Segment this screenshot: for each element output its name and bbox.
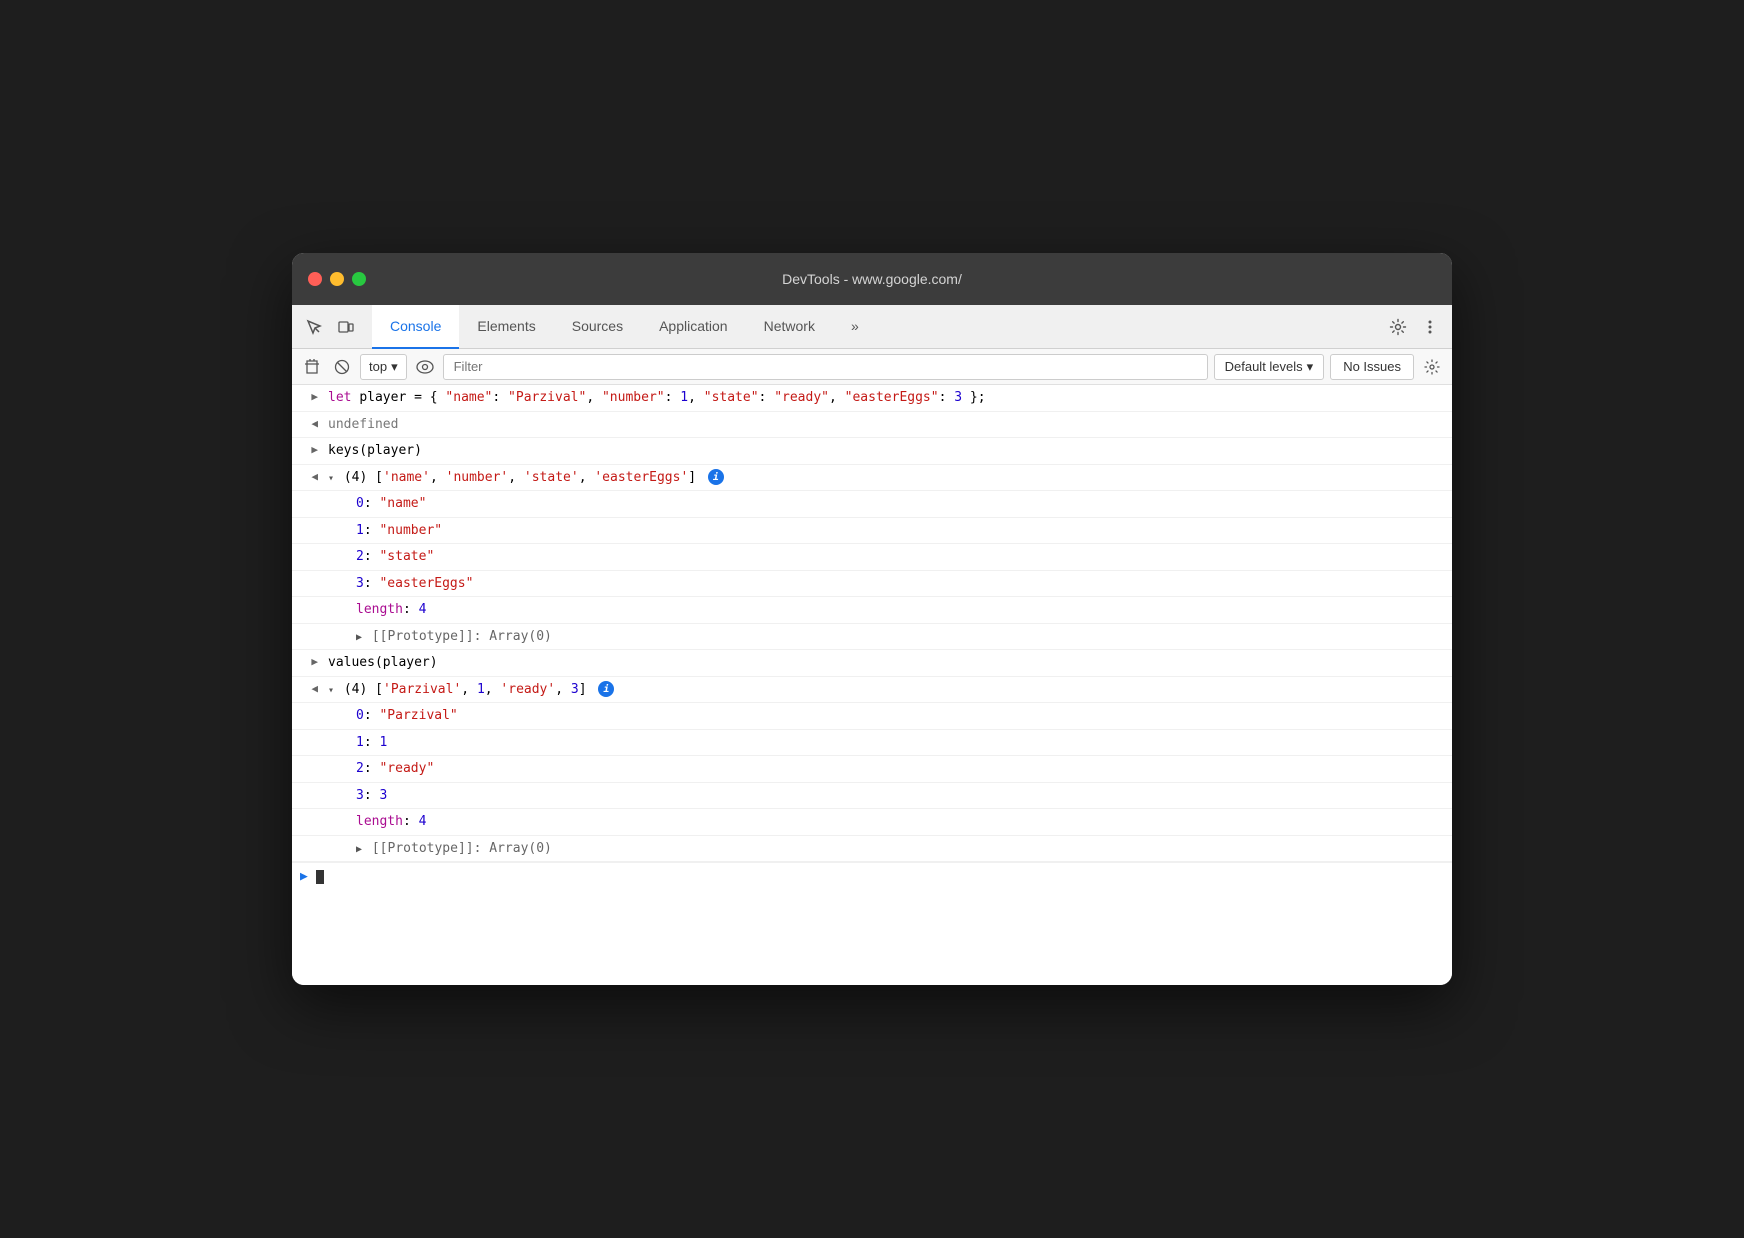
console-line: 3: 3 (292, 783, 1452, 810)
line-prefix: ◀ (292, 680, 324, 698)
settings-button[interactable] (1384, 313, 1412, 341)
titlebar: DevTools - www.google.com/ (292, 253, 1452, 305)
input-prompt: ▶ (300, 869, 308, 884)
line-content: values(player) (324, 653, 1444, 673)
console-line: 2: "ready" (292, 756, 1452, 783)
line-content: ▶ [[Prototype]]: Array(0) (324, 839, 1444, 859)
console-line: 2: "state" (292, 544, 1452, 571)
no-issues-button[interactable]: No Issues (1330, 354, 1414, 380)
console-line: 0: "Parzival" (292, 703, 1452, 730)
line-content: 1: "number" (324, 521, 1444, 541)
line-prefix (292, 812, 324, 813)
tab-console[interactable]: Console (372, 305, 459, 349)
line-prefix: ▶ (292, 441, 324, 459)
console-line: length: 4 (292, 809, 1452, 836)
inspect-element-button[interactable] (300, 313, 328, 341)
line-content: ▶ [[Prototype]]: Array(0) (324, 627, 1444, 647)
line-content: 2: "state" (324, 547, 1444, 567)
line-content: 0: "Parzival" (324, 706, 1444, 726)
console-line: ◀ ▾ (4) ['name', 'number', 'state', 'eas… (292, 465, 1452, 492)
tab-elements[interactable]: Elements (459, 305, 553, 349)
arrow-right-icon: ▶ (311, 654, 318, 671)
minimize-button[interactable] (330, 272, 344, 286)
toolbar-icons (300, 313, 372, 341)
console-output: ▶ let player = { "name": "Parzival", "nu… (292, 385, 1452, 985)
line-prefix (292, 574, 324, 575)
console-line: 0: "name" (292, 491, 1452, 518)
line-prefix: ▶ (292, 653, 324, 671)
line-prefix (292, 494, 324, 495)
line-prefix (292, 839, 324, 840)
arrow-right-icon: ▶ (311, 389, 318, 406)
arrow-left-icon: ◀ (311, 469, 318, 486)
tab-sources[interactable]: Sources (554, 305, 641, 349)
device-toolbar-button[interactable] (332, 313, 360, 341)
line-content: 3: "easterEggs" (324, 574, 1444, 594)
line-prefix (292, 759, 324, 760)
tabs: Console Elements Sources Application Net… (372, 305, 1376, 349)
traffic-lights (308, 272, 366, 286)
clear-console-button[interactable] (300, 355, 324, 379)
line-content: ▾ (4) ['name', 'number', 'state', 'easte… (324, 468, 1444, 488)
console-toolbar: top ▾ Default levels ▾ No Issues (292, 349, 1452, 385)
default-levels-button[interactable]: Default levels ▾ (1214, 354, 1325, 380)
console-line: ◀ undefined (292, 412, 1452, 439)
arrow-left-icon: ◀ (311, 681, 318, 698)
console-line: 1: 1 (292, 730, 1452, 757)
line-prefix: ▶ (292, 388, 324, 406)
line-content: undefined (324, 415, 1444, 435)
tab-application[interactable]: Application (641, 305, 746, 349)
window-title: DevTools - www.google.com/ (782, 271, 962, 287)
line-content: length: 4 (324, 600, 1444, 620)
line-content: let player = { "name": "Parzival", "numb… (324, 388, 1444, 408)
line-prefix: ◀ (292, 468, 324, 486)
line-content: 0: "name" (324, 494, 1444, 514)
line-prefix (292, 627, 324, 628)
line-content: 3: 3 (324, 786, 1444, 806)
maximize-button[interactable] (352, 272, 366, 286)
arrow-left-icon: ◀ (311, 416, 318, 433)
console-line: ▶ keys(player) (292, 438, 1452, 465)
console-input-line[interactable]: ▶ (292, 862, 1452, 890)
line-prefix (292, 600, 324, 601)
line-content: ▾ (4) ['Parzival', 1, 'ready', 3] i (324, 680, 1444, 700)
close-button[interactable] (308, 272, 322, 286)
line-content: 2: "ready" (324, 759, 1444, 779)
console-line: length: 4 (292, 597, 1452, 624)
more-options-button[interactable] (1416, 313, 1444, 341)
tab-network[interactable]: Network (746, 305, 833, 349)
console-line: ▶ [[Prototype]]: Array(0) (292, 836, 1452, 863)
arrow-right-icon: ▶ (311, 442, 318, 459)
line-prefix (292, 706, 324, 707)
line-prefix: ◀ (292, 415, 324, 433)
input-cursor (316, 870, 324, 884)
eye-button[interactable] (413, 355, 437, 379)
console-line: ◀ ▾ (4) ['Parzival', 1, 'ready', 3] i (292, 677, 1452, 704)
toolbar-actions (1376, 313, 1444, 341)
console-line: ▶ values(player) (292, 650, 1452, 677)
console-settings-button[interactable] (1420, 355, 1444, 379)
console-line: 1: "number" (292, 518, 1452, 545)
line-prefix (292, 733, 324, 734)
line-content: length: 4 (324, 812, 1444, 832)
filter-input[interactable] (443, 354, 1208, 380)
stop-recording-button[interactable] (330, 355, 354, 379)
line-content: keys(player) (324, 441, 1444, 461)
tab-bar: Console Elements Sources Application Net… (292, 305, 1452, 349)
line-content: 1: 1 (324, 733, 1444, 753)
line-prefix (292, 521, 324, 522)
console-line: ▶ [[Prototype]]: Array(0) (292, 624, 1452, 651)
devtools-window: DevTools - www.google.com/ Console (292, 253, 1452, 985)
context-selector[interactable]: top ▾ (360, 354, 407, 380)
line-prefix (292, 547, 324, 548)
console-line: ▶ let player = { "name": "Parzival", "nu… (292, 385, 1452, 412)
console-line: 3: "easterEggs" (292, 571, 1452, 598)
tab-more[interactable]: » (833, 305, 877, 349)
line-prefix (292, 786, 324, 787)
